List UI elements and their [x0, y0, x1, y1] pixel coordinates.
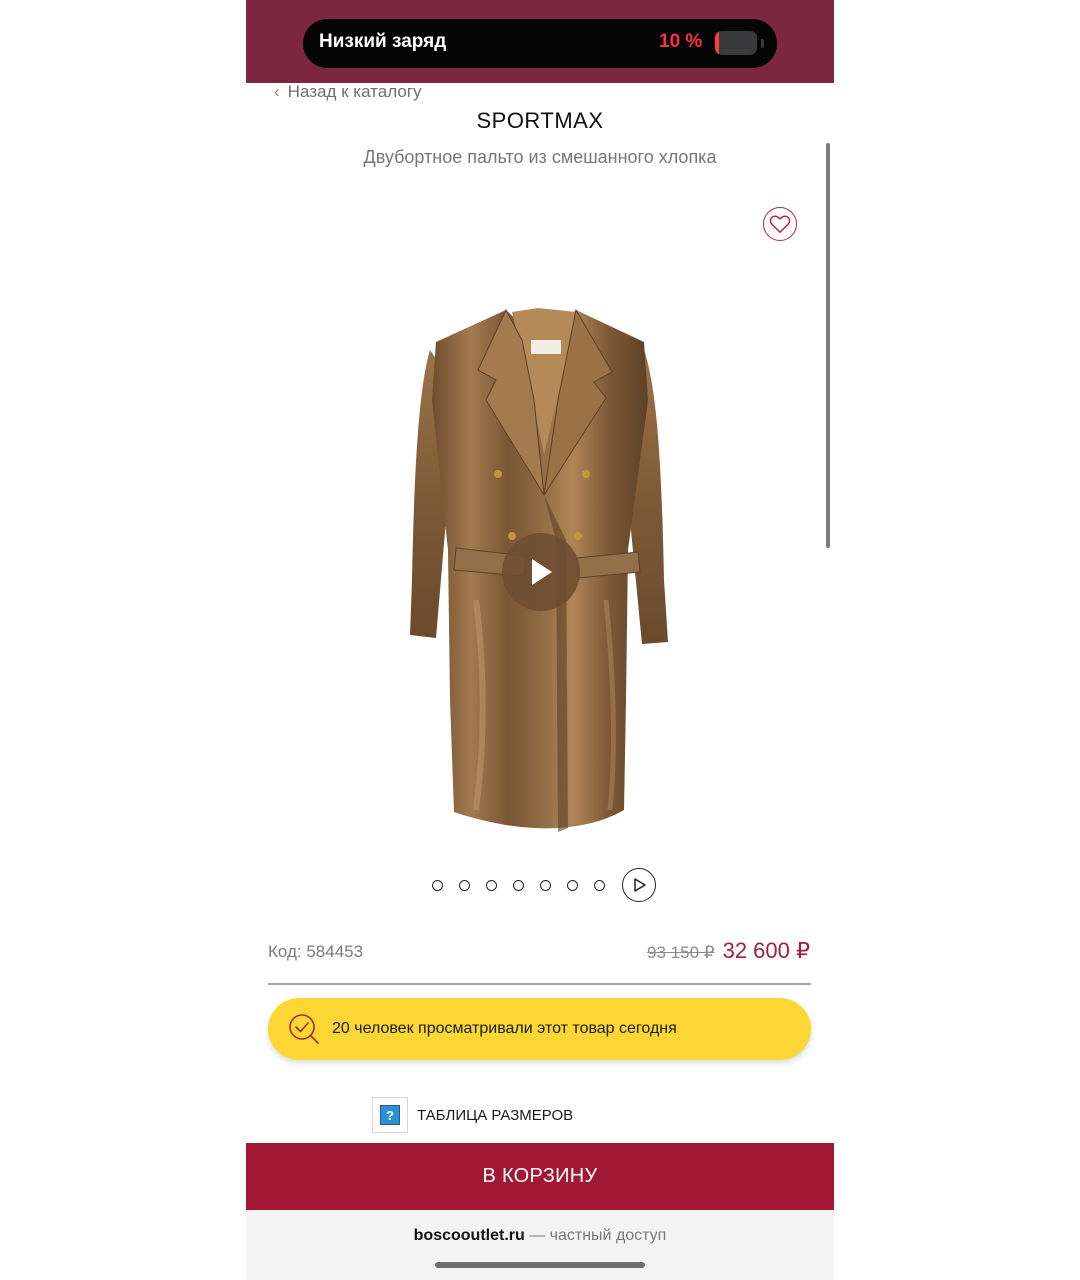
- play-video-button[interactable]: [502, 533, 580, 611]
- back-link-label: Назад к каталогу: [287, 82, 422, 101]
- gallery-video-dot[interactable]: [622, 868, 656, 902]
- add-to-cart-button[interactable]: В КОРЗИНУ: [246, 1143, 834, 1210]
- current-price: 32 600 ₽: [722, 938, 810, 963]
- views-text: 20 человек просматривали этот товар сего…: [332, 1020, 677, 1037]
- gallery-dot[interactable]: [540, 879, 551, 891]
- battery-icon: [715, 31, 757, 55]
- low-charge-label: Низкий заряд: [319, 31, 447, 52]
- help-icon-glyph: ?: [380, 1105, 400, 1125]
- gallery-dot[interactable]: [594, 879, 605, 891]
- favorite-button[interactable]: [763, 207, 797, 241]
- footer-domain: boscooutlet.ru: [413, 1227, 525, 1244]
- back-to-catalog-link[interactable]: ‹ Назад к каталогу: [274, 82, 421, 102]
- product-code: Код: 584453: [268, 942, 364, 961]
- battery-percent: 10 %: [659, 31, 703, 52]
- brand-title: SPORTMAX: [476, 108, 604, 133]
- phone-screen: Низкий заряд 10 % ‹ Назад к каталогу SPO…: [246, 0, 834, 1280]
- gallery-dot[interactable]: [513, 879, 524, 891]
- gallery-dot[interactable]: [432, 879, 443, 891]
- play-icon: [532, 559, 552, 585]
- gallery-dot[interactable]: [459, 879, 470, 891]
- battery-level-fill: [715, 31, 720, 55]
- help-icon: ?: [372, 1097, 408, 1133]
- footer-suffix: — частный доступ: [524, 1227, 667, 1244]
- views-banner: 20 человек просматривали этот товар сего…: [268, 998, 811, 1060]
- footer-text: boscooutlet.ru — частный доступ: [246, 1227, 834, 1245]
- size-table-link[interactable]: ? ТАБЛИЦА РАЗМЕРОВ: [372, 1097, 573, 1133]
- old-price: 93 150 ₽: [647, 943, 715, 962]
- price-row: 93 150 ₽ 32 600 ₽: [647, 938, 810, 964]
- check-magnifier-icon: [289, 1014, 319, 1044]
- gallery-dot[interactable]: [486, 879, 497, 891]
- gallery-pagination: [432, 868, 656, 902]
- chevron-left-icon: ‹: [274, 82, 280, 101]
- battery-tip: [761, 39, 764, 48]
- scrollbar[interactable]: [826, 143, 830, 548]
- home-indicator[interactable]: [435, 1262, 645, 1268]
- heart-icon: [769, 215, 791, 233]
- low-battery-notification: Низкий заряд 10 %: [303, 19, 777, 68]
- status-bar: Низкий заряд 10 %: [246, 0, 834, 83]
- divider: [268, 983, 811, 985]
- product-name: Двубортное пальто из смешанного хлопка: [363, 147, 717, 167]
- gallery-dot[interactable]: [567, 879, 578, 891]
- play-icon: [634, 878, 646, 892]
- size-table-label: ТАБЛИЦА РАЗМЕРОВ: [417, 1106, 574, 1124]
- footer-bar: [246, 1210, 834, 1280]
